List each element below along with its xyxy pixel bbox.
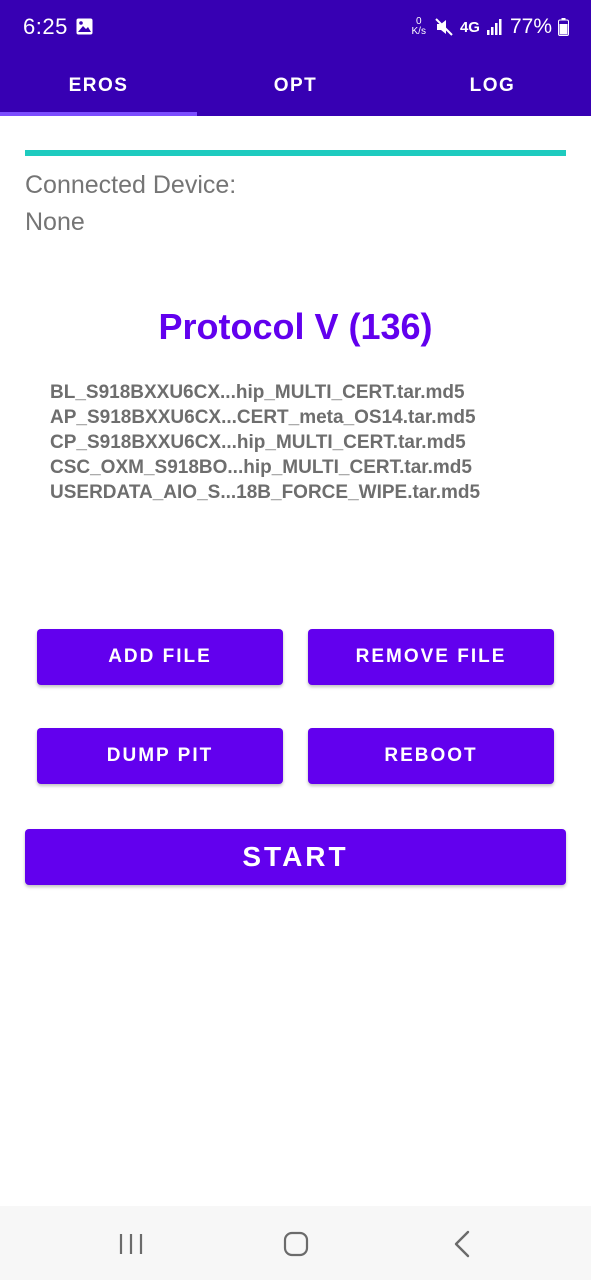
mute-icon <box>435 18 453 36</box>
tab-eros[interactable]: EROS <box>0 56 197 116</box>
tab-bar: EROS OPT LOG <box>0 56 591 116</box>
battery-icon <box>558 18 569 36</box>
recents-icon[interactable] <box>113 1226 149 1262</box>
navigation-bar <box>0 1206 591 1280</box>
app-screen: 6:25 0 K/s 4G 77% EROS OPT LOG Connected… <box>0 0 591 1280</box>
file-item-ap: AP_S918BXXU6CX...CERT_meta_OS14.tar.md5 <box>50 407 476 428</box>
start-button[interactable]: START <box>25 829 566 885</box>
connected-device-label: Connected Device: <box>25 171 237 199</box>
network-type: 4G <box>459 18 480 36</box>
file-item-userdata: USERDATA_AIO_S...18B_FORCE_WIPE.tar.md5 <box>50 482 481 503</box>
tab-indicator <box>0 112 197 116</box>
reboot-button[interactable]: REBOOT <box>308 728 554 784</box>
connected-device-value: None <box>25 208 85 236</box>
protocol-title: Protocol V (136) <box>158 306 433 347</box>
status-time: 6:25 <box>23 14 68 39</box>
image-icon <box>76 18 93 35</box>
add-file-button[interactable]: ADD FILE <box>37 629 283 685</box>
status-right: 0 K/s 4G 77% <box>412 13 569 41</box>
home-icon[interactable] <box>278 1226 314 1262</box>
battery-percentage: 77% <box>509 15 552 38</box>
dump-pit-button[interactable]: DUMP PIT <box>37 728 283 784</box>
remove-file-button[interactable]: REMOVE FILE <box>308 629 554 685</box>
back-icon[interactable] <box>445 1226 481 1262</box>
progress-bar <box>25 150 566 156</box>
tab-opt[interactable]: OPT <box>197 56 394 116</box>
status-bar: 6:25 0 K/s 4G 77% <box>0 0 591 56</box>
file-item-csc: CSC_OXM_S918BO...hip_MULTI_CERT.tar.md5 <box>50 457 472 478</box>
tab-log[interactable]: LOG <box>394 56 591 116</box>
net-speed-unit: K/s <box>411 26 426 37</box>
file-list: BL_S918BXXU6CX...hip_MULTI_CERT.tar.md5 … <box>50 380 570 505</box>
file-item-cp: CP_S918BXXU6CX...hip_MULTI_CERT.tar.md5 <box>50 432 466 453</box>
file-item-bl: BL_S918BXXU6CX...hip_MULTI_CERT.tar.md5 <box>50 382 465 403</box>
net-speed: 0 K/s <box>412 17 426 37</box>
signal-icon <box>486 19 502 35</box>
app-header: 6:25 0 K/s 4G 77% EROS OPT LOG <box>0 0 591 116</box>
